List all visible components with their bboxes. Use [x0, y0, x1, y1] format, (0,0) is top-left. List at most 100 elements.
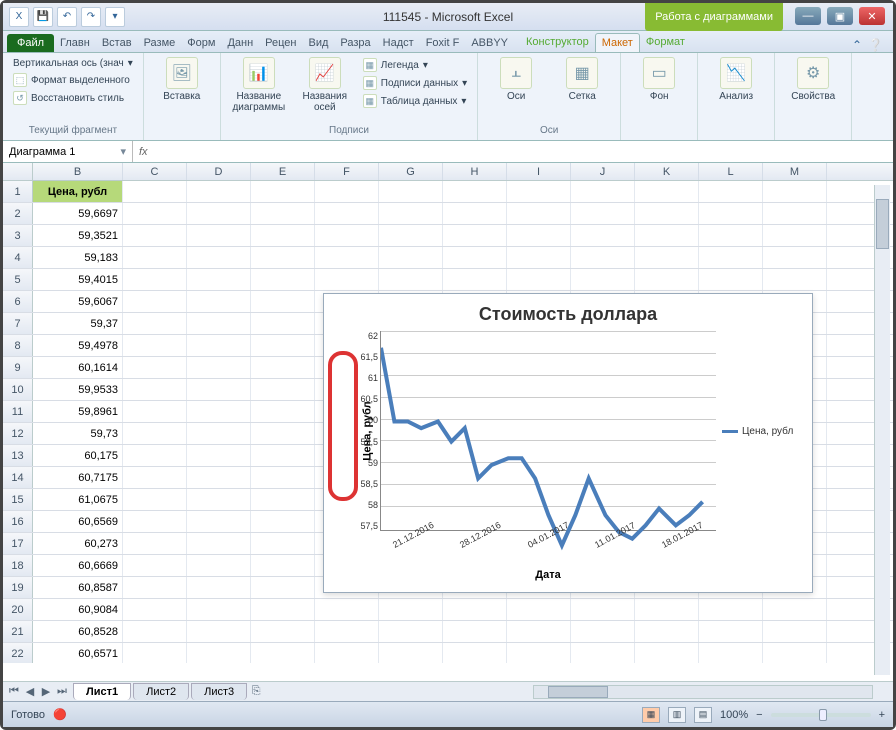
cell[interactable]: 59,183 — [33, 247, 123, 268]
cell[interactable] — [443, 181, 507, 202]
tab-design[interactable]: Конструктор — [520, 33, 595, 52]
cell[interactable] — [123, 533, 187, 554]
cell[interactable] — [635, 269, 699, 290]
row-header[interactable]: 12 — [3, 423, 33, 444]
cell[interactable]: 60,8587 — [33, 577, 123, 598]
cell[interactable] — [187, 555, 251, 576]
row-header[interactable]: 14 — [3, 467, 33, 488]
tab-layout[interactable]: Макет — [595, 33, 640, 52]
cell[interactable] — [123, 357, 187, 378]
row-header[interactable]: 1 — [3, 181, 33, 202]
sheet-last-icon[interactable]: ⏭ — [55, 685, 69, 699]
help-icon[interactable]: ❔ — [868, 38, 883, 52]
column-header[interactable]: D — [187, 163, 251, 180]
cell[interactable]: 60,7175 — [33, 467, 123, 488]
cell[interactable] — [251, 577, 315, 598]
cell[interactable] — [763, 643, 827, 663]
cell[interactable] — [699, 203, 763, 224]
tab-review[interactable]: Рецен — [259, 34, 302, 52]
cell[interactable] — [123, 247, 187, 268]
cell[interactable] — [315, 621, 379, 642]
row-header[interactable]: 5 — [3, 269, 33, 290]
cell[interactable] — [187, 423, 251, 444]
cell[interactable] — [699, 247, 763, 268]
cell[interactable] — [315, 599, 379, 620]
select-all-corner[interactable] — [3, 163, 33, 180]
column-header[interactable]: K — [635, 163, 699, 180]
cell[interactable] — [315, 247, 379, 268]
column-header-cell[interactable]: Цена, рубл — [33, 181, 123, 202]
cell[interactable] — [187, 401, 251, 422]
cell[interactable] — [507, 225, 571, 246]
tab-formulas[interactable]: Форм — [181, 34, 221, 52]
cell[interactable] — [251, 621, 315, 642]
cell[interactable]: 60,1614 — [33, 357, 123, 378]
cell[interactable] — [123, 313, 187, 334]
cell[interactable] — [251, 247, 315, 268]
vertical-scrollbar[interactable] — [874, 185, 890, 675]
sheet-tab-1[interactable]: Лист1 — [73, 683, 131, 700]
cell[interactable] — [763, 225, 827, 246]
cell[interactable] — [251, 643, 315, 663]
cell[interactable] — [187, 621, 251, 642]
cell[interactable] — [507, 247, 571, 268]
row-header[interactable]: 10 — [3, 379, 33, 400]
cell[interactable] — [123, 445, 187, 466]
row-header[interactable]: 2 — [3, 203, 33, 224]
tab-home[interactable]: Главн — [54, 34, 96, 52]
column-header[interactable]: H — [443, 163, 507, 180]
row-header[interactable]: 20 — [3, 599, 33, 620]
cell[interactable] — [123, 511, 187, 532]
fx-icon[interactable]: fx — [139, 146, 154, 158]
row-header[interactable]: 22 — [3, 643, 33, 663]
cell[interactable] — [123, 401, 187, 422]
cell[interactable] — [123, 335, 187, 356]
cell[interactable] — [571, 181, 635, 202]
cell[interactable] — [187, 379, 251, 400]
cell[interactable] — [123, 621, 187, 642]
cell[interactable]: 59,6697 — [33, 203, 123, 224]
zoom-slider[interactable] — [771, 713, 871, 717]
cell[interactable] — [187, 247, 251, 268]
cell[interactable]: 59,37 — [33, 313, 123, 334]
cell[interactable] — [251, 357, 315, 378]
cell[interactable] — [187, 511, 251, 532]
properties-button[interactable]: ⚙Свойства — [783, 57, 843, 136]
cell[interactable] — [123, 555, 187, 576]
cell[interactable] — [507, 181, 571, 202]
reset-style-button[interactable]: ↺Восстановить стиль — [11, 90, 135, 106]
cell[interactable] — [187, 313, 251, 334]
legend-button[interactable]: ▦Легенда ▾ — [361, 57, 469, 73]
cell[interactable] — [635, 247, 699, 268]
column-header[interactable]: B — [33, 163, 123, 180]
cell[interactable]: 59,3521 — [33, 225, 123, 246]
row-header[interactable]: 9 — [3, 357, 33, 378]
cell[interactable] — [251, 401, 315, 422]
view-page-layout-button[interactable]: ▥ — [668, 707, 686, 723]
sheet-next-icon[interactable]: ▶ — [39, 685, 53, 699]
cell[interactable] — [251, 379, 315, 400]
chart-title-button[interactable]: 📊Название диаграммы — [229, 57, 289, 125]
cell[interactable] — [379, 203, 443, 224]
row-header[interactable]: 21 — [3, 621, 33, 642]
minimize-button[interactable]: — — [795, 7, 821, 25]
cell[interactable] — [443, 203, 507, 224]
cell[interactable] — [763, 203, 827, 224]
row-header[interactable]: 8 — [3, 335, 33, 356]
cell[interactable] — [251, 555, 315, 576]
cell[interactable] — [507, 203, 571, 224]
cell[interactable]: 59,8961 — [33, 401, 123, 422]
cell[interactable] — [763, 621, 827, 642]
cell[interactable] — [187, 203, 251, 224]
tab-pagelayout[interactable]: Разме — [138, 34, 182, 52]
view-normal-button[interactable]: ▦ — [642, 707, 660, 723]
format-selection-button[interactable]: ⬚Формат выделенного — [11, 72, 135, 88]
axis-titles-button[interactable]: 📈Названия осей — [295, 57, 355, 125]
cell[interactable] — [123, 643, 187, 663]
cell[interactable]: 59,4978 — [33, 335, 123, 356]
zoom-in-button[interactable]: + — [879, 709, 885, 721]
column-header[interactable]: J — [571, 163, 635, 180]
cell[interactable] — [571, 203, 635, 224]
cell[interactable] — [699, 181, 763, 202]
cell[interactable] — [251, 599, 315, 620]
